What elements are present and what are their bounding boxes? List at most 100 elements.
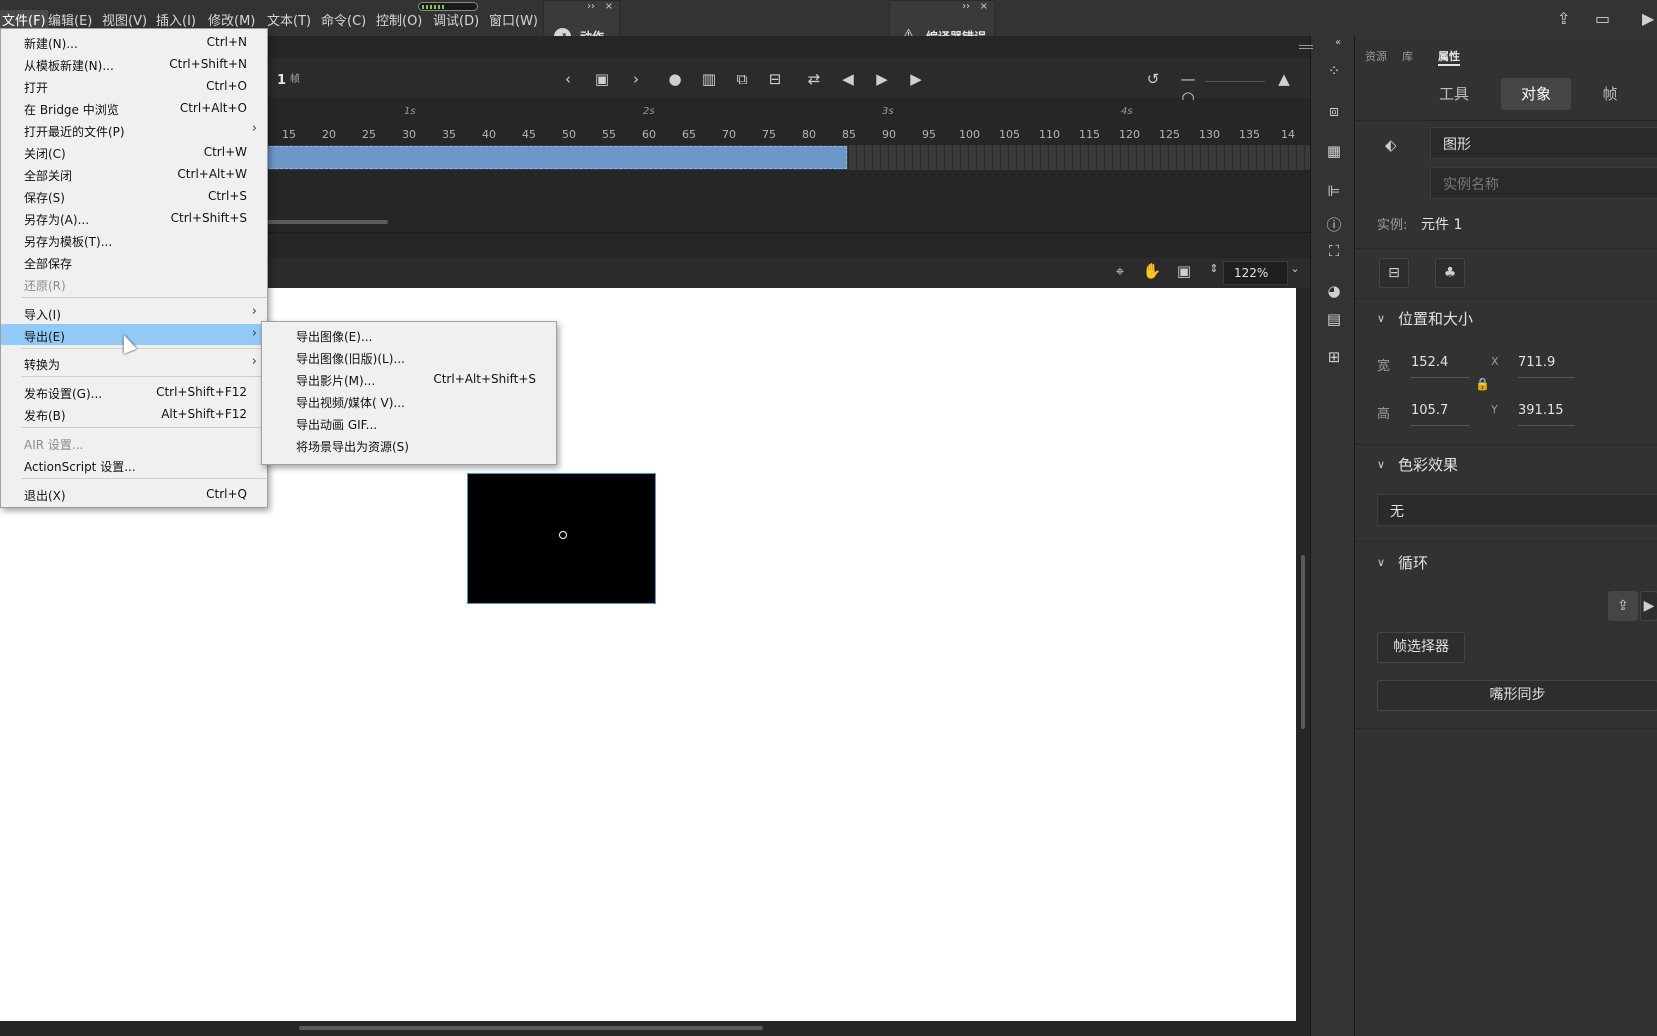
menu-item-browse-in-bridge[interactable]: 在 Bridge 中浏览 Ctrl+Alt+O bbox=[1, 97, 267, 118]
menu-item-close-all[interactable]: 全部关闭 Ctrl+Alt+W bbox=[1, 163, 267, 184]
width-value[interactable]: 152.4 bbox=[1411, 355, 1448, 370]
menu-item-save-as-template[interactable]: 另存为模板(T)... bbox=[1, 229, 267, 250]
menu-item-open-recent[interactable]: 打开最近的文件(P) › bbox=[1, 119, 267, 140]
insert-keyframe-icon[interactable]: ▣ bbox=[592, 70, 612, 88]
menu-view[interactable]: 视图(V) bbox=[102, 10, 147, 29]
clip-icon[interactable]: ▣ bbox=[1174, 262, 1194, 280]
lock-icon[interactable]: 🔒 bbox=[1475, 377, 1490, 391]
loop-mode-icon[interactable]: ⇪ bbox=[1608, 591, 1638, 621]
edit-multiple-frames-icon[interactable]: ▥ bbox=[699, 70, 719, 88]
menu-item-new-from-template[interactable]: 从模板新建(N)... Ctrl+Shift+N bbox=[1, 53, 267, 74]
menu-item-save-as[interactable]: 另存为(A)... Ctrl+Shift+S bbox=[1, 207, 267, 228]
stage-horizontal-scrollbar[interactable] bbox=[299, 1026, 763, 1030]
step-forward-icon[interactable]: ▶ bbox=[906, 70, 926, 88]
frame-span-selection[interactable] bbox=[265, 146, 847, 169]
menu-modify[interactable]: 修改(M) bbox=[208, 10, 255, 29]
info-icon[interactable]: ⓘ bbox=[1324, 214, 1344, 234]
next-keyframe-icon[interactable]: › bbox=[626, 70, 646, 88]
menu-edit[interactable]: 编辑(E) bbox=[48, 10, 92, 29]
swatches-icon[interactable]: ▤ bbox=[1324, 310, 1344, 330]
x-value[interactable]: 711.9 bbox=[1518, 355, 1555, 370]
menu-item-open[interactable]: 打开 Ctrl+O bbox=[1, 75, 267, 96]
align-icon[interactable]: ⊫ bbox=[1324, 182, 1344, 202]
prev-keyframe-icon[interactable]: ‹ bbox=[558, 70, 578, 88]
submenu-item-export-video[interactable]: 导出视频/媒体( V)... bbox=[262, 390, 556, 411]
history-icon[interactable]: ⊞ bbox=[1324, 348, 1344, 368]
motion-presets-icon[interactable]: ⁘ bbox=[1324, 62, 1344, 82]
timeline-scrollbar[interactable] bbox=[265, 220, 388, 224]
submenu-item-export-image[interactable]: 导出图像(E)... bbox=[262, 324, 556, 345]
close-icon[interactable]: × bbox=[980, 1, 988, 12]
scene-icon[interactable]: ⧈ bbox=[1324, 102, 1344, 122]
submenu-item-export-image-legacy[interactable]: 导出图像(旧版)(L)... bbox=[262, 346, 556, 367]
menu-window[interactable]: 窗口(W) bbox=[489, 10, 538, 29]
menu-item-convert-to[interactable]: 转换为 › bbox=[1, 352, 267, 373]
menu-file[interactable]: 文件(F) bbox=[0, 10, 48, 29]
collapse-icon[interactable]: ›› bbox=[962, 1, 970, 12]
menu-item-close[interactable]: 关闭(C) Ctrl+W bbox=[1, 141, 267, 162]
symbol-type-select[interactable]: 图形 bbox=[1430, 127, 1657, 159]
test-movie-icon[interactable]: ▶ bbox=[1642, 9, 1654, 28]
swap-symbol-icon[interactable]: ⊟ bbox=[1379, 258, 1409, 288]
transform-icon[interactable]: ⛶ bbox=[1324, 242, 1344, 262]
mountains-icon[interactable]: ▲ bbox=[1274, 70, 1294, 88]
menu-item-save[interactable]: 保存(S) Ctrl+S bbox=[1, 185, 267, 206]
menu-control[interactable]: 控制(O) bbox=[376, 10, 422, 29]
menu-item-save-all[interactable]: 全部保存 bbox=[1, 251, 267, 272]
y-value[interactable]: 391.15 bbox=[1518, 403, 1564, 418]
hand-icon[interactable]: ✋ bbox=[1142, 262, 1162, 280]
tab-library[interactable]: 库 bbox=[1402, 48, 1413, 64]
play-once-icon[interactable]: ▶ bbox=[1640, 591, 1657, 621]
lip-sync-button[interactable]: 嘴形同步 bbox=[1377, 680, 1657, 711]
panel-menu-icon[interactable] bbox=[1299, 48, 1313, 49]
motion-tween-icon[interactable]: ⧉ bbox=[732, 70, 752, 88]
collapse-icon[interactable]: ›› bbox=[587, 1, 595, 12]
submenu-item-export-gif[interactable]: 导出动画 GIF... bbox=[262, 412, 556, 433]
play-icon[interactable]: ▶ bbox=[872, 70, 892, 88]
menu-commands[interactable]: 命令(C) bbox=[321, 10, 366, 29]
tab-assets[interactable]: 资源 bbox=[1365, 48, 1387, 64]
menu-item-publish[interactable]: 发布(B) Alt+Shift+F12 bbox=[1, 403, 267, 424]
share-icon[interactable]: ⇪ bbox=[1557, 9, 1570, 28]
close-icon[interactable]: × bbox=[605, 1, 613, 12]
zoom-level-field[interactable]: 122% bbox=[1223, 261, 1288, 285]
color-effect-select[interactable]: 无 bbox=[1377, 494, 1657, 526]
segment-object[interactable]: 对象 bbox=[1501, 78, 1571, 110]
color-icon[interactable]: ◕ bbox=[1324, 282, 1344, 302]
chevron-down-icon[interactable]: ∨ bbox=[1377, 556, 1385, 569]
submenu-item-export-scene-assets[interactable]: 将场景导出为资源(S) bbox=[262, 434, 556, 455]
edit-symbol-icon[interactable]: ♣ bbox=[1435, 258, 1465, 288]
frame-picker-button[interactable]: 帧选择器 bbox=[1377, 632, 1465, 663]
zoom-stepper-icon[interactable]: ⇕ bbox=[1204, 262, 1224, 275]
height-value[interactable]: 105.7 bbox=[1411, 403, 1448, 418]
submenu-item-export-movie[interactable]: 导出影片(M)... Ctrl+Alt+Shift+S bbox=[262, 368, 556, 389]
stage-vertical-scrollbar[interactable] bbox=[1301, 555, 1305, 729]
shape-tween-icon[interactable]: ⊟ bbox=[765, 70, 785, 88]
step-back-icon[interactable]: ◀ bbox=[838, 70, 858, 88]
workspace-icon[interactable]: ▭ bbox=[1595, 9, 1610, 28]
components-icon[interactable]: ▦ bbox=[1324, 142, 1344, 162]
chevron-down-icon[interactable]: ⌄ bbox=[1285, 262, 1305, 275]
tab-properties[interactable]: 属性 bbox=[1438, 48, 1460, 66]
menu-insert[interactable]: 插入(I) bbox=[156, 10, 196, 29]
snap-icon[interactable]: ⌖ bbox=[1110, 262, 1130, 280]
menu-item-import[interactable]: 导入(I) › bbox=[1, 302, 267, 323]
menu-item-publish-settings[interactable]: 发布设置(G)... Ctrl+Shift+F12 bbox=[1, 381, 267, 402]
chevron-down-icon[interactable]: ∨ bbox=[1377, 458, 1385, 471]
chevron-down-icon[interactable]: ∨ bbox=[1377, 312, 1385, 325]
menu-text[interactable]: 文本(T) bbox=[267, 10, 311, 29]
menu-debug[interactable]: 调试(D) bbox=[433, 10, 479, 29]
collapse-panels-icon[interactable]: « bbox=[1335, 37, 1341, 48]
menu-item-actionscript-settings[interactable]: ActionScript 设置... bbox=[1, 454, 267, 475]
menu-item-exit[interactable]: 退出(X) Ctrl+Q bbox=[1, 483, 267, 504]
loop-icon[interactable]: ⇄ bbox=[804, 70, 824, 88]
timeline-ruler[interactable]: 1s 2s 3s 4s 15 20 25 30 35 40 45 50 55 6… bbox=[265, 100, 1312, 145]
segment-tools[interactable]: 工具 bbox=[1419, 78, 1489, 110]
menu-item-new[interactable]: 新建(N)... Ctrl+N bbox=[1, 31, 267, 52]
timeline-zoom-track[interactable] bbox=[1205, 81, 1265, 82]
segment-frame[interactable]: 帧 bbox=[1575, 78, 1645, 110]
onion-skin-icon[interactable]: ● bbox=[665, 70, 685, 88]
file-menu-dropdown: 新建(N)... Ctrl+N 从模板新建(N)... Ctrl+Shift+N 打… bbox=[0, 28, 268, 508]
undo-icon[interactable]: ↺ bbox=[1143, 70, 1163, 88]
instance-name-input[interactable]: 实例名称 bbox=[1430, 167, 1657, 199]
